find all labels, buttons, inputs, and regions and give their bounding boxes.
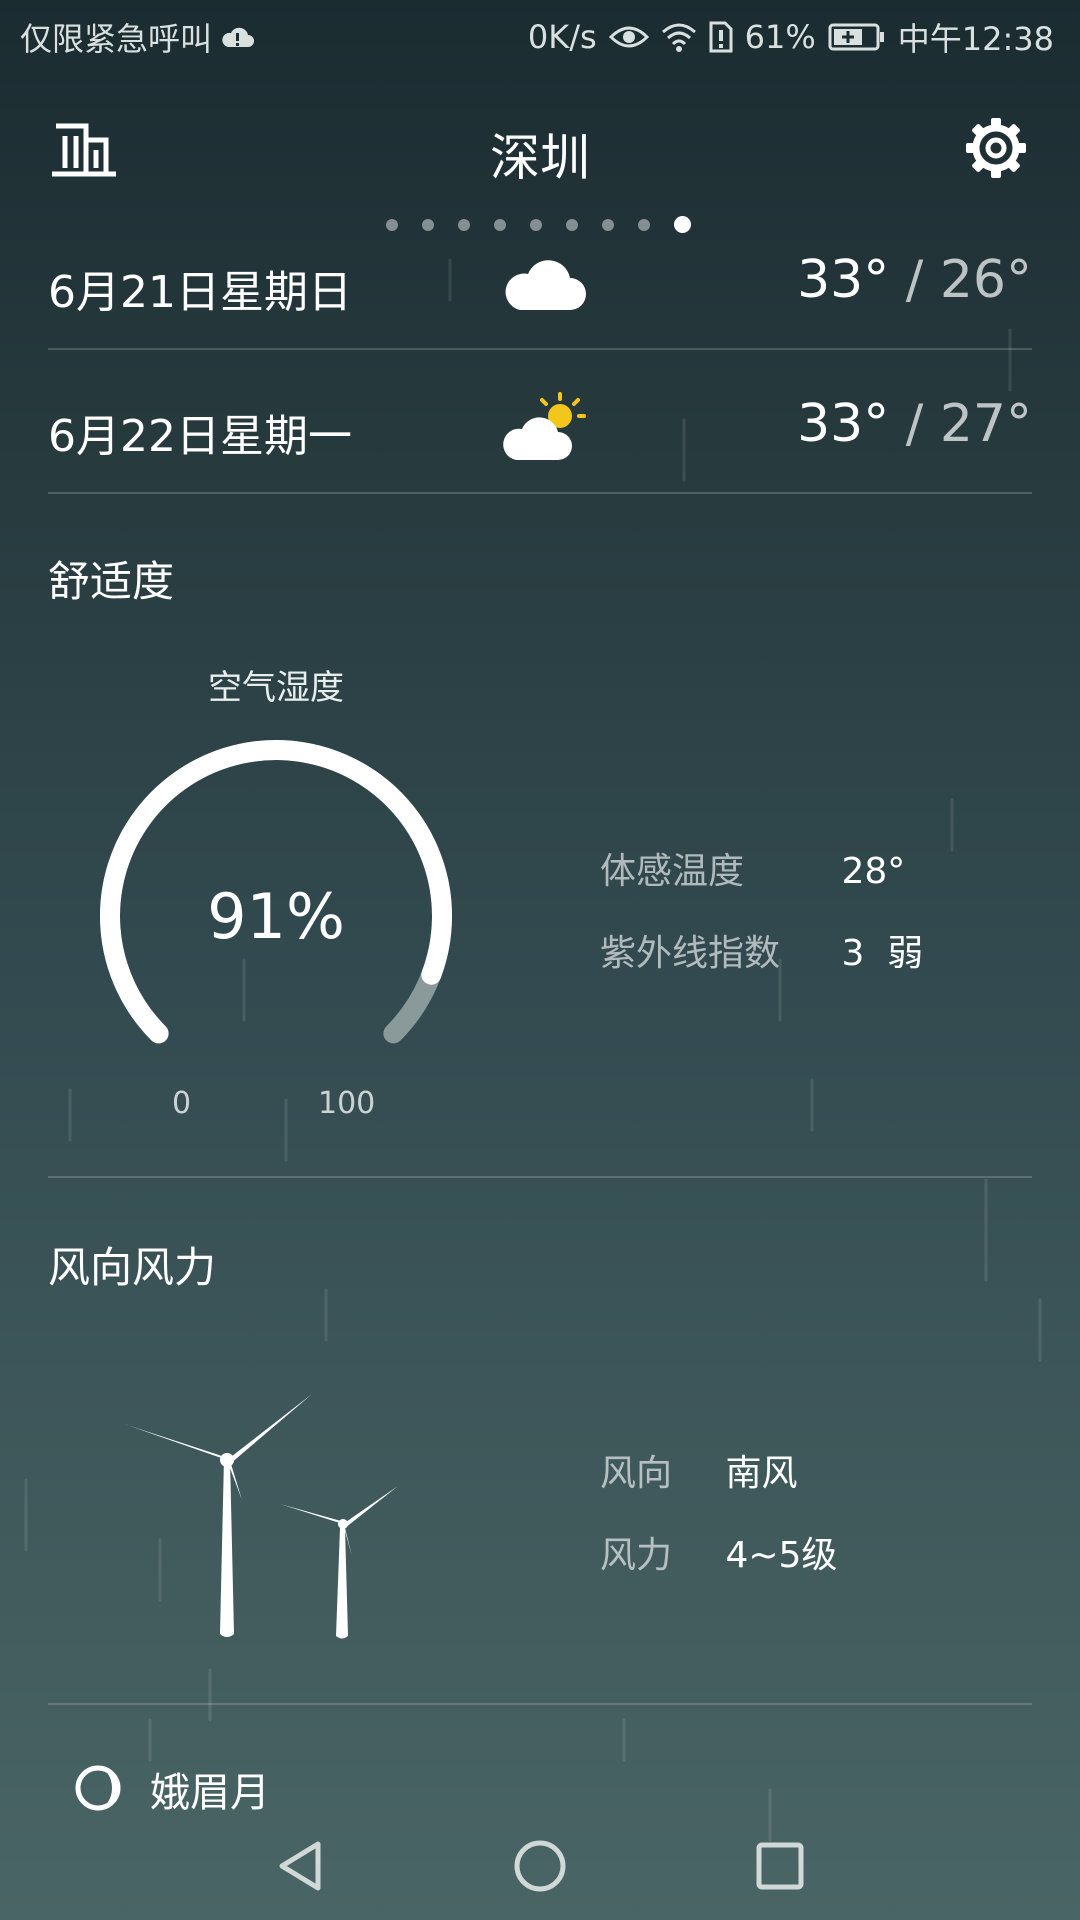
moon-phase: 娥眉月 [150,1770,270,1816]
status-right: 0K/s 61% 中午12:38 [528,14,1054,60]
recents-icon[interactable] [752,1838,808,1894]
crescent-moon-icon [75,1765,121,1811]
forecast-date: 6月21日星期日 [48,267,352,318]
forecast-row[interactable]: 6月22日星期一 33° / 27° [48,352,1032,496]
battery-charging-icon [828,23,884,51]
cloud-alert-icon [222,27,255,47]
wind-force-value: 4~5级 [725,1535,838,1576]
wifi-icon [661,23,696,52]
forecast-temps: 33° / 26° [797,250,1032,310]
divider [48,348,1032,350]
uv-row: 紫外线指数 3 弱 [600,924,923,976]
city-manage-icon[interactable] [50,118,120,178]
back-icon[interactable] [272,1838,328,1894]
humidity-value: 91% [207,880,345,953]
temp-separator: / [905,394,924,454]
temp-high: 33° [797,250,890,310]
temp-separator: / [905,250,924,310]
clock: 中午12:38 [897,20,1054,58]
gauge-min-label: 0 [172,1086,192,1121]
temp-high: 33° [797,394,890,454]
cloudy-icon [505,260,586,310]
eye-icon [608,26,649,48]
temp-low: 27° [939,394,1032,454]
status-bar: 仅限紧急呼叫 0K/s 61% 中午12:38 [0,0,1080,72]
carrier-text: 仅限紧急呼叫 [20,20,213,58]
comfort-title: 舒适度 [48,557,175,606]
home-icon[interactable] [512,1838,568,1894]
wind-direction-value: 南风 [725,1453,798,1494]
wind-turbine-icon [124,1394,398,1639]
forecast-row[interactable]: 6月21日星期日 33° / 26° [48,208,1032,352]
wind-direction-label: 风向 [600,1453,673,1494]
sim-alert-icon [709,21,733,53]
forecast-temps: 33° / 27° [797,394,1032,454]
uv-value: 3 弱 [841,933,924,974]
battery-percent: 61% [744,18,816,56]
temp-low: 26° [939,250,1032,310]
net-speed: 0K/s [527,18,597,56]
humidity-label: 空气湿度 [208,668,344,708]
wind-force-label: 风力 [600,1535,673,1576]
wind-title: 风向风力 [48,1243,217,1292]
settings-gear-icon[interactable] [964,116,1028,180]
wind-direction-row: 风向 南风 [600,1444,797,1496]
feels-like-row: 体感温度 28° [600,842,905,894]
city-title: 深圳 [490,129,590,187]
feels-like-label: 体感温度 [600,851,745,892]
divider [48,1703,1032,1705]
divider [48,492,1032,494]
gauge-max-label: 100 [318,1086,376,1121]
partly-cloudy-icon [503,392,586,460]
uv-label: 紫外线指数 [600,933,781,974]
divider [48,1176,1032,1178]
status-left: 仅限紧急呼叫 [20,14,255,60]
feels-like-value: 28° [841,851,906,892]
wind-force-row: 风力 4~5级 [600,1526,837,1578]
forecast-date: 6月22日星期一 [48,411,352,462]
